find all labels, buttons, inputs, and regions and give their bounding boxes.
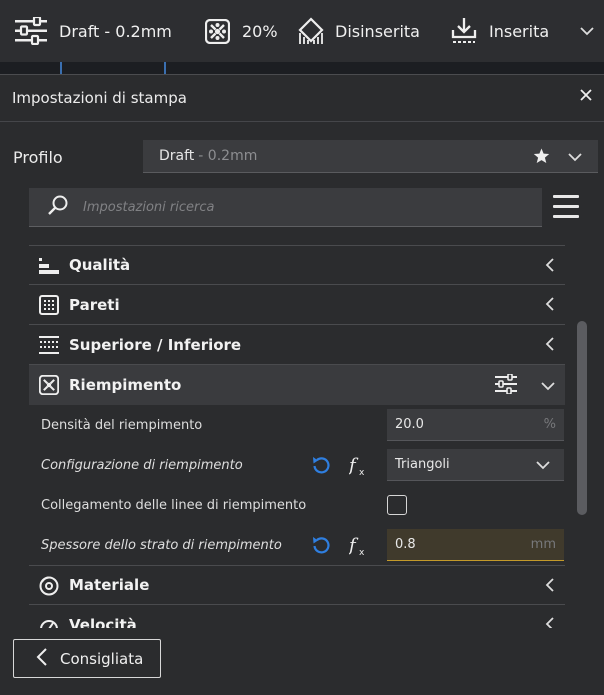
search-icon <box>47 194 69 220</box>
chevron-left-icon <box>36 647 48 670</box>
field-unit: % <box>543 417 556 432</box>
reset-icon[interactable] <box>311 455 331 479</box>
infill-icon <box>205 18 230 44</box>
profile-name: Draft <box>159 148 195 164</box>
settings-list: Qualità Pareti Superiore / Inferiore Rie… <box>29 245 565 628</box>
category-material[interactable]: Materiale <box>29 565 565 605</box>
support-toggle[interactable]: Disinserita <box>297 0 420 62</box>
menu-icon-bar <box>553 215 579 218</box>
infill-layer-thickness-input[interactable]: 0.8 mm <box>387 529 564 561</box>
settings-search-field[interactable] <box>29 188 542 227</box>
collapse-chevron-button[interactable] <box>580 0 594 62</box>
setting-connect-infill-lines: Collegamento delle linee di riempimento <box>29 485 565 525</box>
chevron-down-icon <box>568 150 582 166</box>
divider <box>0 121 604 122</box>
setting-infill-pattern: Configurazione di riempimento fx Triango… <box>29 445 565 485</box>
chevron-left-icon <box>545 337 555 355</box>
top-toolbar: Draft - 0.2mm 20% Disinserita Inserita <box>0 0 604 62</box>
viewport-edge-line <box>164 62 166 74</box>
print-profile-label: Draft - 0.2mm <box>59 21 172 41</box>
setting-label: Collegamento delle linee di riempimento <box>41 497 307 513</box>
chevron-left-icon <box>545 258 555 276</box>
adjust-settings-icon[interactable] <box>495 373 517 398</box>
field-value: 20.0 <box>395 417 424 432</box>
speed-icon <box>39 615 59 628</box>
viewport-edge-line <box>60 62 62 74</box>
recommended-mode-button[interactable]: Consigliata <box>13 639 161 678</box>
menu-icon <box>553 195 579 198</box>
top-bottom-icon <box>39 335 59 359</box>
chevron-left-icon <box>545 297 555 315</box>
chevron-left-icon <box>545 578 555 596</box>
adhesion-label: Inserita <box>489 21 550 41</box>
profile-layer-height: - 0.2mm <box>198 148 258 164</box>
settings-sliders-icon <box>15 17 47 45</box>
category-label: Riempimento <box>69 375 182 394</box>
category-infill[interactable]: Riempimento <box>29 365 565 405</box>
quality-icon <box>39 256 59 280</box>
chevron-left-icon <box>545 617 555 628</box>
category-label: Materiale <box>69 576 150 594</box>
svg-text:x: x <box>359 468 365 477</box>
category-speed[interactable]: Velocità <box>29 605 565 628</box>
print-profile-selector[interactable]: Draft - 0.2mm <box>15 0 172 62</box>
print-settings-panel: Impostazioni di stampa Profilo Draft - 0… <box>0 74 604 695</box>
infill-icon <box>38 374 60 399</box>
setting-label: Configurazione di riempimento <box>41 457 243 473</box>
adhesion-icon <box>451 17 477 45</box>
profile-dropdown[interactable]: Draft - 0.2mm <box>143 140 598 173</box>
setting-label: Densità del riempimento <box>41 417 203 433</box>
adhesion-toggle[interactable]: Inserita <box>451 0 549 62</box>
settings-scrollbar[interactable] <box>577 321 587 515</box>
field-value: 0.8 <box>395 537 416 552</box>
chevron-down-icon <box>541 379 555 395</box>
infill-percent-label: 20% <box>242 21 278 41</box>
svg-text:x: x <box>359 548 365 557</box>
category-label: Pareti <box>69 295 120 314</box>
function-icon[interactable]: fx <box>347 535 369 561</box>
star-icon[interactable] <box>533 148 550 168</box>
profile-label: Profilo <box>13 148 63 167</box>
svg-text:f: f <box>349 535 359 556</box>
recommended-label: Consigliata <box>60 649 144 668</box>
category-top-bottom[interactable]: Superiore / Inferiore <box>29 325 565 365</box>
infill-toggle[interactable]: 20% <box>205 0 278 62</box>
material-icon <box>39 576 59 600</box>
setting-label: Spessore dello strato di riempimento <box>41 537 282 553</box>
field-unit: mm <box>530 537 556 552</box>
setting-infill-layer-thickness: Spessore dello strato di riempimento fx … <box>29 525 565 565</box>
viewport-strip <box>0 62 604 74</box>
walls-icon <box>39 295 59 319</box>
category-quality[interactable]: Qualità <box>29 245 565 285</box>
chevron-down-icon <box>536 459 550 474</box>
close-button[interactable] <box>576 87 596 107</box>
category-walls[interactable]: Pareti <box>29 285 565 325</box>
search-input[interactable] <box>83 199 503 215</box>
field-value: Triangoli <box>395 457 450 472</box>
connect-infill-lines-checkbox[interactable] <box>387 495 407 515</box>
support-label: Disinserita <box>335 21 420 41</box>
support-icon <box>297 17 325 45</box>
category-label: Superiore / Inferiore <box>69 335 242 354</box>
chevron-down-icon <box>580 26 594 36</box>
reset-icon[interactable] <box>311 535 331 559</box>
category-label: Qualità <box>69 256 131 274</box>
category-label: Velocità <box>69 615 137 629</box>
infill-density-input[interactable]: 20.0 % <box>387 409 564 441</box>
close-icon <box>580 89 592 105</box>
infill-pattern-dropdown[interactable]: Triangoli <box>387 449 564 481</box>
settings-visibility-menu-button[interactable] <box>553 195 581 221</box>
menu-icon-bar <box>553 205 579 208</box>
svg-text:f: f <box>349 455 359 476</box>
setting-infill-density: Densità del riempimento 20.0 % <box>29 405 565 445</box>
function-icon[interactable]: fx <box>347 455 369 481</box>
panel-title: Impostazioni di stampa <box>12 89 187 107</box>
